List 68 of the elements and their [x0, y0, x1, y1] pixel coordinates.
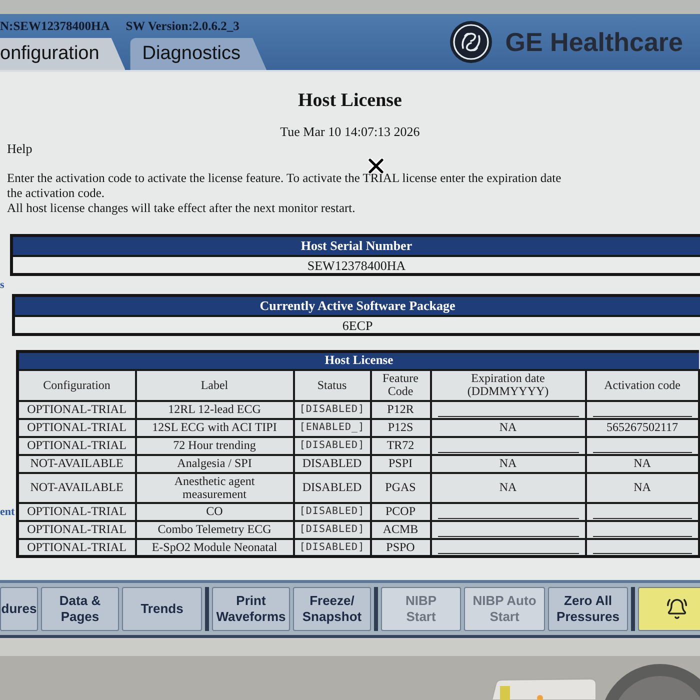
toolbar-button[interactable]: Print Waveforms — [212, 587, 290, 631]
table-cell: NA — [430, 418, 586, 436]
panel-heading: Host Serial Number — [13, 237, 700, 255]
table-cell: OPTIONAL-TRIAL — [18, 502, 136, 520]
bell-icon — [666, 598, 688, 620]
page-title: Host License — [297, 90, 403, 112]
toolbar-button[interactable]: dures — [0, 587, 38, 631]
logo-icon — [449, 20, 494, 64]
table-cell: 72 Hour trending — [136, 436, 294, 454]
table-cell: [DISABLED] — [294, 502, 370, 520]
column-header: Label — [136, 370, 294, 400]
menu-text-fragment[interactable]: s — [0, 279, 4, 291]
help-heading: Help — [6, 141, 34, 157]
table-cell: ACMB — [370, 520, 430, 538]
table-cell: DISABLED — [294, 472, 370, 502]
table-cell: 565267502117 — [586, 418, 699, 436]
table-cell: PSPI — [370, 454, 430, 472]
menu-text-fragment[interactable]: ent — [0, 506, 15, 518]
table-cell: NA — [430, 472, 586, 502]
help-text: the activation code. — [6, 186, 105, 201]
table-cell: CO — [136, 502, 294, 520]
toolbar-button[interactable]: Data & Pages — [41, 587, 119, 631]
toolbar-button[interactable]: Trends — [122, 587, 202, 631]
table-cell: NOT-AVAILABLE — [18, 472, 136, 502]
table-cell: P12S — [370, 418, 430, 436]
table-cell: Anesthetic agent measurement — [136, 472, 294, 502]
tab[interactable]: onfiguration — [0, 38, 126, 70]
version-label: SW Version:2.0.6.2_3 — [126, 19, 240, 35]
table-cell: Combo Telemetry ECG — [136, 520, 294, 538]
table-cell: OPTIONAL-TRIAL — [18, 520, 136, 538]
table-cell: [DISABLED] — [294, 520, 370, 538]
table-cell: NA — [586, 472, 699, 502]
column-header: Status — [294, 370, 370, 400]
column-header: Configuration — [18, 370, 136, 400]
table-cell: PGAS — [370, 472, 430, 502]
table-title: Host License — [18, 352, 699, 370]
table-cell: TR72 — [370, 436, 430, 454]
serial-label: N:SEW12378400HA — [0, 19, 110, 35]
panel-heading: Currently Active Software Package — [15, 297, 700, 315]
alarm-pause-button[interactable] — [638, 587, 700, 631]
table-cell: P12R — [370, 400, 430, 418]
serial-value: SEW12378400HA — [13, 255, 700, 273]
column-header: Feature Code — [370, 370, 430, 400]
column-header: Activation code — [586, 370, 699, 400]
table-cell: DISABLED — [294, 454, 370, 472]
table-cell: OPTIONAL-TRIAL — [18, 418, 136, 436]
table-cell: [DISABLED] — [294, 436, 370, 454]
table-cell: Analgesia / SPI — [136, 454, 294, 472]
table-cell: [ENABLED_] — [294, 418, 370, 436]
timestamp: Tue Mar 10 14:07:13 2026 — [279, 124, 421, 140]
table-cell: NOT-AVAILABLE — [18, 454, 136, 472]
table-cell: OPTIONAL-TRIAL — [18, 400, 136, 418]
toolbar-button[interactable]: Zero All Pressures — [548, 587, 628, 631]
package-value: 6ECP — [15, 315, 700, 333]
help-text: Enter the activation code to activate the license feature. To activate the TRIAL license enter the expiration date — [6, 171, 562, 186]
tab[interactable]: Diagnostics — [130, 38, 267, 70]
toolbar-button[interactable]: Freeze/ Snapshot — [293, 587, 371, 631]
table-cell: OPTIONAL-TRIAL — [18, 436, 136, 454]
table-cell: PCOP — [370, 502, 430, 520]
cursor-icon — [368, 158, 384, 174]
table-cell: NA — [586, 454, 699, 472]
table-cell: [DISABLED] — [294, 400, 370, 418]
column-header: Expiration date (DDMMYYYY) — [430, 370, 586, 400]
help-text: All host license changes will take effect after the next monitor restart. — [6, 201, 356, 216]
brand-name: GE Healthcare — [505, 26, 683, 58]
table-cell: 12RL 12-lead ECG — [136, 400, 294, 418]
table-cell: NA — [430, 454, 586, 472]
table-cell: 12SL ECG with ACI TIPI — [136, 418, 294, 436]
